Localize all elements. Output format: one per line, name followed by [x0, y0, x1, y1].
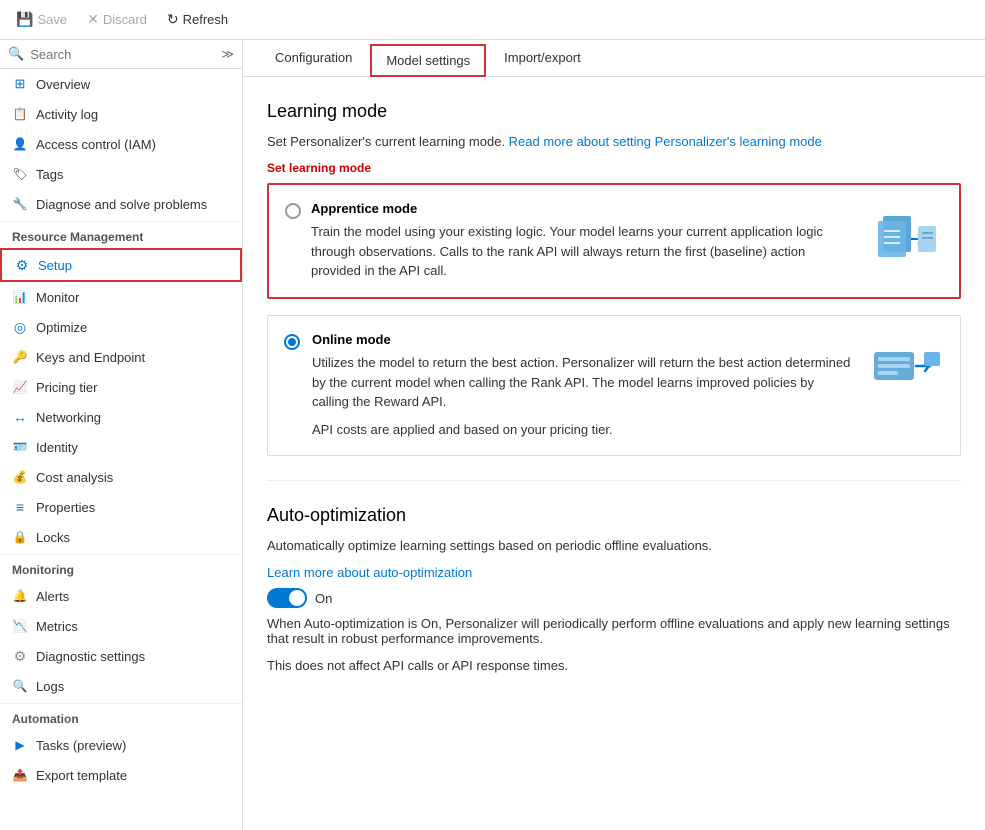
discard-icon: ✕	[87, 11, 99, 28]
sidebar-item-diagnostic-settings[interactable]: Diagnostic settings	[0, 641, 242, 671]
keys-icon	[12, 349, 28, 365]
online-mode-title: Online mode	[312, 332, 852, 347]
sidebar-item-metrics[interactable]: Metrics	[0, 611, 242, 641]
sidebar-item-overview[interactable]: Overview	[0, 69, 242, 99]
apprentice-mode-title: Apprentice mode	[311, 201, 851, 216]
learning-mode-title: Learning mode	[267, 101, 961, 122]
logs-icon	[12, 678, 28, 694]
set-learning-mode-label: Set learning mode	[267, 161, 961, 175]
online-mode-content: Online mode Utilizes the model to return…	[312, 332, 852, 439]
auto-opt-toggle-label: On	[315, 591, 332, 606]
auto-opt-additional-note: This does not affect API calls or API re…	[267, 658, 961, 673]
automation-label: Automation	[0, 703, 242, 730]
apprentice-mode-radio-area: Apprentice mode Train the model using yo…	[285, 201, 851, 281]
optimize-icon	[12, 319, 28, 335]
tasks-icon	[12, 737, 28, 753]
auto-opt-toggle[interactable]	[267, 588, 307, 608]
apprentice-svg	[863, 201, 943, 281]
collapse-sidebar-icon[interactable]: ≫	[221, 47, 234, 61]
auto-opt-link[interactable]: Learn more about auto-optimization	[267, 565, 961, 580]
online-svg	[864, 332, 944, 412]
apprentice-mode-desc: Train the model using your existing logi…	[311, 222, 851, 281]
locks-icon	[12, 529, 28, 545]
monitoring-label: Monitoring	[0, 554, 242, 581]
online-mode-radio[interactable]	[284, 334, 300, 350]
tabs-bar: Configuration Model settings Import/expo…	[243, 40, 985, 77]
auto-opt-toggle-container: On	[267, 588, 961, 608]
learning-mode-description: Set Personalizer's current learning mode…	[267, 134, 961, 149]
content-body: Learning mode Set Personalizer's current…	[243, 77, 985, 709]
apprentice-mode-content: Apprentice mode Train the model using yo…	[311, 201, 851, 281]
sidebar-item-alerts[interactable]: Alerts	[0, 581, 242, 611]
sidebar-item-pricing[interactable]: Pricing tier	[0, 372, 242, 402]
main-container: 🔍 ≫ Overview Activity log Access control…	[0, 40, 985, 830]
search-icon: 🔍	[8, 46, 24, 62]
sidebar-search-container: 🔍 ≫	[0, 40, 242, 69]
sidebar-item-identity[interactable]: Identity	[0, 432, 242, 462]
sidebar-item-keys[interactable]: Keys and Endpoint	[0, 342, 242, 372]
overview-icon	[12, 76, 28, 92]
sidebar-item-properties[interactable]: Properties	[0, 492, 242, 522]
alerts-icon	[12, 588, 28, 604]
discard-button[interactable]: ✕ Discard	[79, 7, 155, 32]
resource-management-label: Resource Management	[0, 221, 242, 248]
tags-icon	[12, 166, 28, 182]
content-area: Configuration Model settings Import/expo…	[243, 40, 985, 830]
apprentice-mode-radio[interactable]	[285, 203, 301, 219]
auto-opt-desc: Automatically optimize learning settings…	[267, 538, 961, 553]
sidebar-item-tags[interactable]: Tags	[0, 159, 242, 189]
auto-opt-note: When Auto-optimization is On, Personaliz…	[267, 616, 961, 646]
access-icon	[12, 136, 28, 152]
auto-opt-title: Auto-optimization	[267, 505, 961, 526]
sidebar-item-locks[interactable]: Locks	[0, 522, 242, 552]
sidebar-item-access-control[interactable]: Access control (IAM)	[0, 129, 242, 159]
identity-icon	[12, 439, 28, 455]
tab-model-settings[interactable]: Model settings	[370, 44, 486, 77]
sidebar-item-export[interactable]: Export template	[0, 760, 242, 790]
export-icon	[12, 767, 28, 783]
refresh-icon: ↻	[167, 11, 179, 28]
sidebar-item-diagnose[interactable]: Diagnose and solve problems	[0, 189, 242, 219]
diagnose-icon	[12, 196, 28, 212]
diagnostic-settings-icon	[12, 648, 28, 664]
sidebar-item-monitor[interactable]: Monitor	[0, 282, 242, 312]
setup-icon	[14, 257, 30, 273]
online-illustration	[864, 332, 944, 412]
online-mode-card[interactable]: Online mode Utilizes the model to return…	[267, 315, 961, 456]
learning-mode-link[interactable]: Read more about setting Personalizer's l…	[509, 134, 822, 149]
save-icon: 💾	[16, 11, 33, 28]
toolbar: 💾 Save ✕ Discard ↻ Refresh	[0, 0, 985, 40]
metrics-icon	[12, 618, 28, 634]
tab-configuration[interactable]: Configuration	[259, 41, 368, 76]
pricing-icon	[12, 379, 28, 395]
apprentice-illustration	[863, 201, 943, 281]
activity-icon	[12, 106, 28, 122]
online-mode-api-note: API costs are applied and based on your …	[312, 420, 852, 440]
cost-icon	[12, 469, 28, 485]
apprentice-mode-card[interactable]: Apprentice mode Train the model using yo…	[267, 183, 961, 299]
tab-import-export[interactable]: Import/export	[488, 41, 597, 76]
save-button[interactable]: 💾 Save	[8, 7, 75, 32]
sidebar-item-networking[interactable]: Networking	[0, 402, 242, 432]
sidebar-item-cost[interactable]: Cost analysis	[0, 462, 242, 492]
monitor-icon	[12, 289, 28, 305]
online-mode-desc: Utilizes the model to return the best ac…	[312, 353, 852, 412]
properties-icon	[12, 499, 28, 515]
sidebar: 🔍 ≫ Overview Activity log Access control…	[0, 40, 243, 830]
search-input[interactable]	[30, 47, 215, 62]
networking-icon	[12, 409, 28, 425]
sidebar-item-optimize[interactable]: Optimize	[0, 312, 242, 342]
refresh-button[interactable]: ↻ Refresh	[159, 7, 236, 32]
sidebar-item-tasks[interactable]: Tasks (preview)	[0, 730, 242, 760]
sidebar-item-logs[interactable]: Logs	[0, 671, 242, 701]
section-divider	[267, 480, 961, 481]
sidebar-item-setup[interactable]: Setup	[0, 248, 242, 282]
sidebar-item-activity-log[interactable]: Activity log	[0, 99, 242, 129]
